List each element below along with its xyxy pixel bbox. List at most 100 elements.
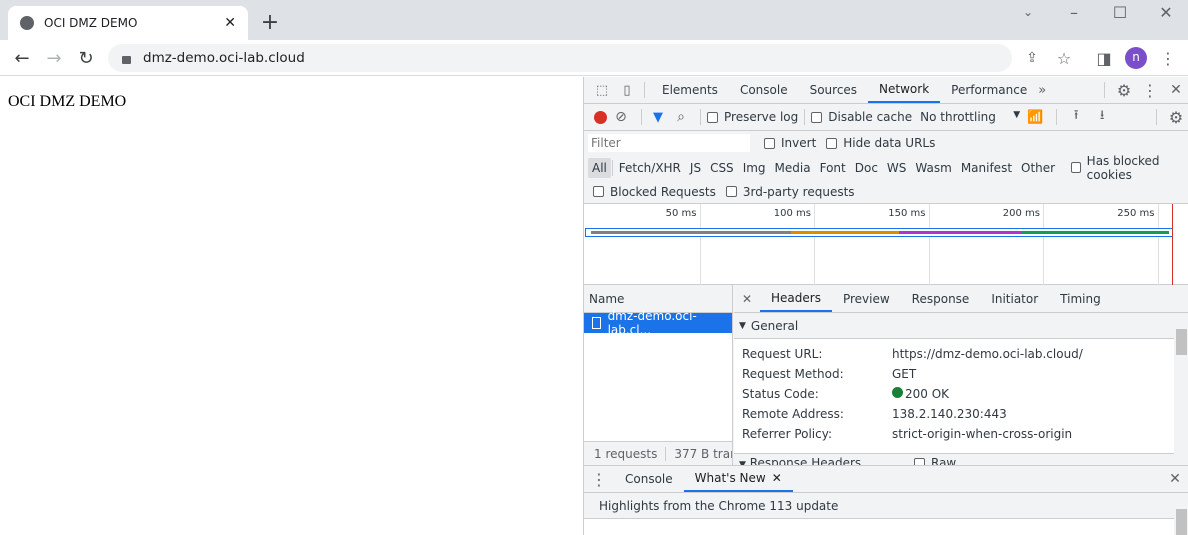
globe-icon [20, 16, 34, 30]
type-filter-other[interactable]: Other [1017, 158, 1059, 178]
settings-icon[interactable]: ⚙ [1111, 81, 1137, 100]
tab-sources[interactable]: Sources [799, 77, 868, 103]
type-filter-img[interactable]: Img [739, 158, 770, 178]
header-value: strict-origin-when-cross-origin [892, 427, 1073, 441]
page-content [0, 77, 583, 535]
browser-tab[interactable]: OCI DMZ DEMO ✕ [8, 6, 248, 40]
hide-data-urls-checkbox[interactable] [826, 137, 838, 149]
general-section-header[interactable]: ▼ General [734, 313, 1174, 339]
timeline-request-bar[interactable] [585, 228, 1173, 237]
blocked-requests-checkbox[interactable] [593, 186, 604, 197]
drawer-menu-icon[interactable]: ⋮ [584, 470, 614, 489]
drawer-scrollbar[interactable] [1174, 493, 1188, 535]
header-key: Remote Address: [742, 407, 844, 421]
type-filter-font[interactable]: Font [816, 158, 850, 178]
type-filter-all[interactable]: All [588, 157, 611, 178]
header-value: https://dmz-demo.oci-lab.cloud/ [892, 347, 1083, 361]
close-details-icon[interactable]: ✕ [734, 292, 760, 306]
filter-input[interactable] [588, 134, 750, 152]
tab-search-icon[interactable]: ⌄ [1016, 2, 1040, 22]
invert-checkbox[interactable] [764, 137, 775, 149]
menu-icon[interactable]: ⋮ [1156, 46, 1180, 70]
omnibox[interactable]: dmz-demo.oci-lab.cloud [108, 44, 1012, 72]
side-panel-icon[interactable]: ◨ [1092, 46, 1116, 70]
type-filter-ws[interactable]: WS [883, 158, 910, 178]
tab-title: OCI DMZ DEMO [44, 16, 138, 30]
type-filter-css[interactable]: CSS [706, 158, 738, 178]
search-icon[interactable]: ⌕ [668, 109, 694, 125]
type-filter-doc[interactable]: Doc [851, 158, 882, 178]
record-icon[interactable] [594, 110, 607, 124]
type-filter-wasm[interactable]: Wasm [911, 158, 955, 178]
reload-icon[interactable]: ↻ [74, 46, 98, 70]
tab-timing[interactable]: Timing [1049, 286, 1112, 312]
header-key: Referrer Policy: [742, 427, 832, 441]
tab-headers[interactable]: Headers [760, 285, 832, 312]
tab-response[interactable]: Response [901, 286, 981, 312]
tab-console[interactable]: Console [729, 77, 799, 103]
throttling-select[interactable]: No throttling ▼ [920, 110, 1020, 124]
disable-cache-checkbox[interactable] [811, 111, 823, 123]
hide-data-urls-label: Hide data URLs [843, 136, 936, 150]
drawer-tab-whats-new[interactable]: What's New ✕ [683, 466, 793, 492]
header-value: 200 OK [892, 387, 949, 401]
type-filter-fetchxhr[interactable]: Fetch/XHR [615, 158, 685, 178]
import-har-icon[interactable]: ⭱ [1063, 106, 1089, 128]
tab-performance[interactable]: Performance [940, 77, 1038, 103]
tab-initiator[interactable]: Initiator [980, 286, 1049, 312]
bookmark-star-icon[interactable]: ☆ [1052, 46, 1076, 70]
has-blocked-cookies-checkbox[interactable] [1071, 162, 1081, 173]
close-drawer-icon[interactable]: ✕ [1161, 471, 1188, 487]
whats-new-panel: Highlights from the Chrome 113 update [584, 493, 1188, 535]
header-value: 138.2.140.230:443 [892, 407, 1007, 421]
timeline-gridline [814, 204, 815, 286]
network-conditions-icon[interactable]: 📶 [1020, 110, 1050, 125]
more-options-icon[interactable]: ⋮ [1137, 81, 1163, 100]
network-settings-icon[interactable]: ⚙ [1163, 108, 1188, 127]
response-headers-header[interactable]: ▼ Response Headers Raw [734, 453, 1174, 465]
tab-bar: OCI DMZ DEMO ✕ + ⌄ – ☐ ✕ [0, 0, 1188, 40]
tab-elements[interactable]: Elements [651, 77, 729, 103]
details-scrollbar[interactable] [1174, 313, 1188, 465]
minimize-icon[interactable]: – [1062, 2, 1086, 22]
close-whats-new-icon[interactable]: ✕ [772, 471, 782, 485]
url-text[interactable]: dmz-demo.oci-lab.cloud [143, 50, 305, 66]
header-value: GET [892, 367, 917, 381]
type-filter-media[interactable]: Media [771, 158, 815, 178]
page-text: OCI DMZ DEMO [8, 93, 127, 110]
blocked-row: Blocked Requests 3rd-party requests [584, 180, 1188, 203]
forward-icon[interactable]: → [42, 46, 66, 70]
new-tab-icon[interactable]: + [258, 10, 282, 35]
timeline-overview[interactable]: 50 ms 100 ms 150 ms 200 ms 250 ms [584, 203, 1188, 286]
export-har-icon[interactable]: ⭳ [1089, 106, 1115, 128]
type-filter-js[interactable]: JS [686, 158, 705, 178]
type-filter-row: All Fetch/XHR JS CSS Img Media Font Doc WS Wasm Ma… [584, 154, 1188, 182]
avatar[interactable]: n [1125, 47, 1147, 69]
request-count: 1 requests [584, 446, 667, 461]
back-icon[interactable]: ← [10, 46, 34, 70]
inspect-icon[interactable]: ⬚ [588, 83, 616, 98]
close-tab-icon[interactable]: ✕ [224, 15, 236, 31]
drawer-tab-console[interactable]: Console [614, 466, 684, 492]
type-filter-manifest[interactable]: Manifest [957, 158, 1016, 178]
tab-preview[interactable]: Preview [832, 286, 901, 312]
close-window-icon[interactable]: ✕ [1154, 2, 1178, 22]
request-row[interactable]: dmz-demo.oci-lab.cl... [584, 309, 732, 337]
tab-network[interactable]: Network [868, 77, 941, 103]
raw-checkbox[interactable] [914, 458, 925, 465]
third-party-checkbox[interactable] [725, 186, 737, 197]
more-tabs-icon[interactable]: » [1038, 83, 1046, 98]
timeline-tick-label: 50 ms [665, 208, 697, 219]
clear-icon[interactable]: ⊘ [607, 109, 635, 125]
preserve-log-label: Preserve log [724, 110, 799, 124]
timeline-segment [591, 231, 792, 234]
device-toolbar-icon[interactable]: ▯ [616, 83, 638, 98]
close-devtools-icon[interactable]: ✕ [1163, 82, 1188, 98]
share-icon[interactable]: ⇪ [1020, 46, 1044, 70]
transferred-size: 377 B transf [674, 446, 732, 461]
timeline-tick-label: 100 ms [773, 208, 811, 219]
filter-row: Invert Hide data URLs [584, 131, 1188, 155]
maximize-icon[interactable]: ☐ [1108, 2, 1132, 22]
filter-icon[interactable]: ▼ [648, 110, 668, 125]
preserve-log-checkbox[interactable] [707, 111, 718, 123]
